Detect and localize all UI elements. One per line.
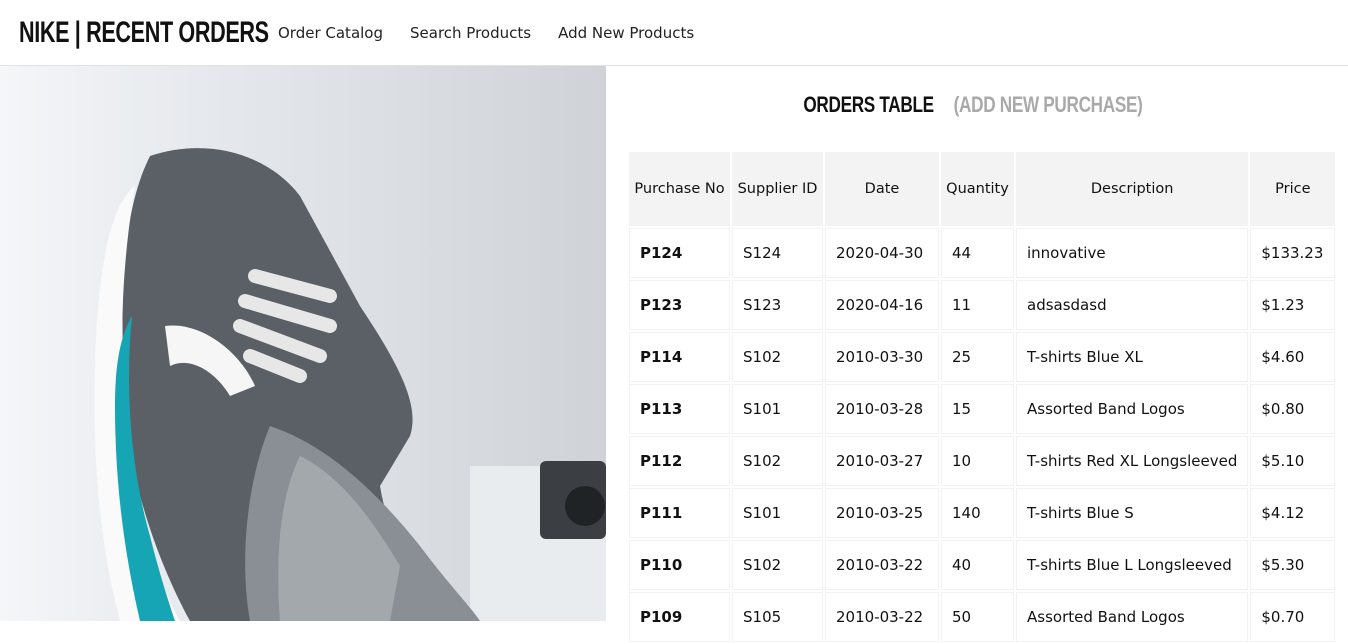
supplier-id-cell: S123 <box>732 280 823 330</box>
description-cell: Assorted Band Logos <box>1016 592 1249 642</box>
purchase-no-cell: P110 <box>629 540 730 590</box>
nav-order-catalog[interactable]: Order Catalog <box>278 24 383 42</box>
brand-title: NIKE | RECENT ORDERS <box>19 15 269 49</box>
date-cell: 2010-03-30 <box>825 332 939 382</box>
hero-sneaker-image <box>0 66 606 621</box>
supplier-id-cell: S102 <box>732 332 823 382</box>
price-cell: $0.70 <box>1250 592 1336 642</box>
price-cell: $4.60 <box>1250 332 1336 382</box>
orders-header: ORDERS TABLE (ADD NEW PURCHASE) <box>606 92 1348 122</box>
col-price: Price <box>1250 152 1336 226</box>
supplier-id-cell: S102 <box>732 436 823 486</box>
supplier-id-cell: S124 <box>732 228 823 278</box>
orders-table: Purchase No Supplier ID Date Quantity De… <box>627 150 1337 644</box>
price-cell: $0.80 <box>1250 384 1336 434</box>
purchase-no-cell: P124 <box>629 228 730 278</box>
description-cell: T-shirts Blue XL <box>1016 332 1249 382</box>
description-cell: T-shirts Blue L Longsleeved <box>1016 540 1249 590</box>
date-cell: 2010-03-25 <box>825 488 939 538</box>
quantity-cell: 11 <box>941 280 1014 330</box>
purchase-no-cell: P112 <box>629 436 730 486</box>
purchase-no-cell: P109 <box>629 592 730 642</box>
col-quantity: Quantity <box>941 152 1014 226</box>
table-row: P123 S123 2020-04-16 11 adsasdasd $1.23 <box>629 280 1336 330</box>
price-cell: $5.30 <box>1250 540 1336 590</box>
date-cell: 2020-04-16 <box>825 280 939 330</box>
price-cell: $4.12 <box>1250 488 1336 538</box>
price-cell: $133.23 <box>1250 228 1336 278</box>
purchase-no-cell: P111 <box>629 488 730 538</box>
col-description: Description <box>1016 152 1249 226</box>
main-nav: Order Catalog Search Products Add New Pr… <box>278 24 721 42</box>
quantity-cell: 25 <box>941 332 1014 382</box>
supplier-id-cell: S105 <box>732 592 823 642</box>
purchase-no-cell: P114 <box>629 332 730 382</box>
orders-title: ORDERS TABLE <box>803 92 935 117</box>
date-cell: 2010-03-22 <box>825 592 939 642</box>
description-cell: adsasdasd <box>1016 280 1249 330</box>
quantity-cell: 10 <box>941 436 1014 486</box>
nav-search-products[interactable]: Search Products <box>410 24 531 42</box>
table-row: P112 S102 2010-03-27 10 T-shirts Red XL … <box>629 436 1336 486</box>
table-row: P113 S101 2010-03-28 15 Assorted Band Lo… <box>629 384 1336 434</box>
description-cell: innovative <box>1016 228 1249 278</box>
price-cell: $5.10 <box>1250 436 1336 486</box>
top-header: NIKE | RECENT ORDERS Order Catalog Searc… <box>0 0 1348 66</box>
col-supplier-id: Supplier ID <box>732 152 823 226</box>
table-row: P110 S102 2010-03-22 40 T-shirts Blue L … <box>629 540 1336 590</box>
price-cell: $1.23 <box>1250 280 1336 330</box>
purchase-no-cell: P113 <box>629 384 730 434</box>
date-cell: 2010-03-28 <box>825 384 939 434</box>
table-row: P124 S124 2020-04-30 44 innovative $133.… <box>629 228 1336 278</box>
table-row: P114 S102 2010-03-30 25 T-shirts Blue XL… <box>629 332 1336 382</box>
purchase-no-cell: P123 <box>629 280 730 330</box>
col-purchase-no: Purchase No <box>629 152 730 226</box>
col-date: Date <box>825 152 939 226</box>
quantity-cell: 140 <box>941 488 1014 538</box>
quantity-cell: 44 <box>941 228 1014 278</box>
supplier-id-cell: S101 <box>732 488 823 538</box>
supplier-id-cell: S102 <box>732 540 823 590</box>
table-row: P111 S101 2010-03-25 140 T-shirts Blue S… <box>629 488 1336 538</box>
add-new-purchase-link[interactable]: (ADD NEW PURCHASE) <box>953 92 1142 118</box>
description-cell: T-shirts Blue S <box>1016 488 1249 538</box>
supplier-id-cell: S101 <box>732 384 823 434</box>
quantity-cell: 15 <box>941 384 1014 434</box>
sneaker-illustration <box>94 148 606 621</box>
date-cell: 2010-03-22 <box>825 540 939 590</box>
table-row: P109 S105 2010-03-22 50 Assorted Band Lo… <box>629 592 1336 642</box>
orders-panel: ORDERS TABLE (ADD NEW PURCHASE) Purchase… <box>606 66 1348 642</box>
date-cell: 2020-04-30 <box>825 228 939 278</box>
quantity-cell: 40 <box>941 540 1014 590</box>
description-cell: Assorted Band Logos <box>1016 384 1249 434</box>
nav-add-new-products[interactable]: Add New Products <box>558 24 694 42</box>
description-cell: T-shirts Red XL Longsleeved <box>1016 436 1249 486</box>
quantity-cell: 50 <box>941 592 1014 642</box>
date-cell: 2010-03-27 <box>825 436 939 486</box>
